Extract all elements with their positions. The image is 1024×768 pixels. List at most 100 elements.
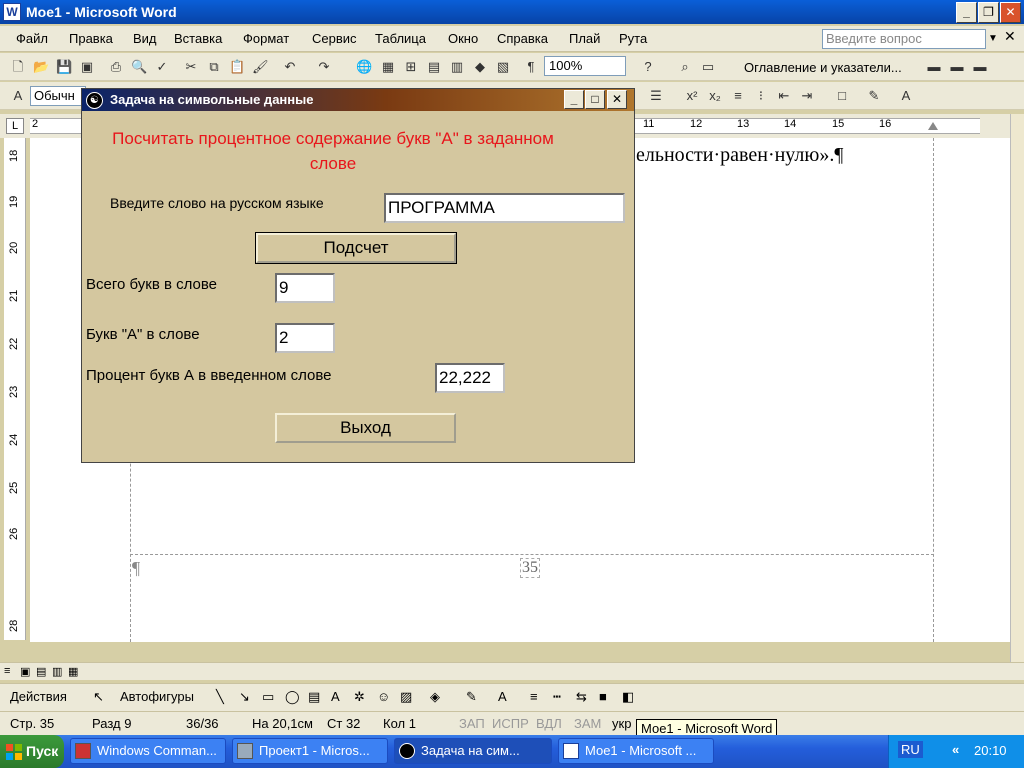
menu-ruta[interactable]: Рута [619, 31, 647, 46]
menu-window[interactable]: Окно [448, 31, 478, 46]
toc-button[interactable]: Оглавление и указатели... [744, 60, 902, 75]
insert-excel-icon[interactable]: ▤ [426, 59, 442, 75]
right-indent-marker[interactable] [928, 122, 938, 130]
insert-table-icon[interactable]: ⊞ [403, 59, 419, 75]
reading-layout-icon[interactable]: ▭ [700, 59, 716, 75]
line-spacing-icon[interactable]: ☰ [648, 88, 664, 104]
language-indicator[interactable]: RU [898, 741, 923, 758]
word-input[interactable]: ПРОГРАММА [384, 193, 625, 223]
ask-question-input[interactable]: Введите вопрос [822, 29, 986, 49]
borders-icon[interactable]: □ [834, 88, 850, 104]
line-style-icon[interactable]: ≡ [530, 689, 538, 704]
tables-borders-icon[interactable]: ▦ [380, 59, 396, 75]
actions-menu[interactable]: Действия [10, 689, 67, 704]
flag-icon-2[interactable]: ▬ [949, 59, 965, 75]
status-ext[interactable]: ВДЛ [536, 716, 562, 731]
status-trk[interactable]: ИСПР [492, 716, 529, 731]
diagram-icon[interactable]: ✲ [354, 689, 365, 705]
status-ovr[interactable]: ЗАМ [574, 716, 601, 731]
dash-style-icon[interactable]: ┅ [553, 689, 561, 705]
task-word[interactable]: Мое1 - Microsoft ... [558, 738, 714, 764]
calculate-button[interactable]: Подсчет [255, 232, 457, 264]
subscript-icon[interactable]: x₂ [707, 88, 723, 104]
document-close-icon[interactable]: ✕ [1004, 28, 1016, 45]
numbering-icon[interactable]: ≡ [730, 88, 746, 104]
flag-icon-3[interactable]: ▬ [972, 59, 988, 75]
ask-dropdown-icon[interactable]: ▼ [986, 29, 1000, 49]
arrow-style-icon[interactable]: ⇆ [576, 689, 587, 705]
rectangle-icon[interactable]: ▭ [262, 689, 274, 705]
minimize-button[interactable]: _ [956, 2, 977, 23]
print-preview-icon[interactable]: 🔍 [131, 59, 147, 75]
normal-view-icon[interactable]: ≡ [4, 665, 10, 677]
flag-icon-1[interactable]: ▬ [926, 59, 942, 75]
menu-file[interactable]: Файл [16, 31, 48, 46]
status-rec[interactable]: ЗАП [459, 716, 485, 731]
save-icon[interactable]: 💾 [56, 59, 72, 75]
exit-button[interactable]: Выход [275, 413, 456, 443]
drawing-icon[interactable]: ◆ [472, 59, 488, 75]
select-objects-icon[interactable]: ↖ [93, 689, 104, 705]
menu-tools[interactable]: Сервис [312, 31, 357, 46]
format-painter-icon[interactable]: 🖌 [252, 59, 269, 75]
percent-field[interactable]: 22,222 [435, 363, 505, 393]
fill-color-icon[interactable]: ◈ [430, 689, 440, 705]
font-color-icon[interactable]: A [898, 88, 914, 104]
task-windows-commander[interactable]: Windows Comman... [70, 738, 226, 764]
menu-view[interactable]: Вид [133, 31, 157, 46]
line-icon[interactable]: ╲ [216, 689, 224, 705]
total-letters-field[interactable]: 9 [275, 273, 335, 303]
outline-view-icon[interactable]: ▥ [52, 665, 62, 678]
a-count-field[interactable]: 2 [275, 323, 335, 353]
task-dialog[interactable]: Задача на сим... [394, 738, 552, 764]
spelling-icon[interactable]: ✓ [154, 59, 170, 75]
styles-icon[interactable]: A [10, 88, 26, 104]
word-app-icon[interactable]: W [3, 3, 21, 21]
wordart-icon[interactable]: A [331, 689, 340, 704]
help-icon[interactable]: ? [640, 59, 656, 75]
web-view-icon[interactable]: ▣ [20, 665, 30, 678]
zoom-select[interactable]: 100% [544, 56, 626, 76]
print-icon[interactable]: ⎙ [108, 59, 124, 75]
open-icon[interactable]: 📂 [33, 59, 49, 75]
shadow-icon[interactable]: ■ [599, 689, 607, 704]
dialog-minimize-button[interactable]: _ [564, 90, 584, 109]
print-view-icon[interactable]: ▤ [36, 665, 46, 678]
paste-icon[interactable]: 📋 [229, 59, 245, 75]
restore-button[interactable]: ❐ [978, 2, 999, 23]
document-text[interactable]: ельности·равен·нулю».¶ [636, 144, 843, 167]
menu-table[interactable]: Таблица [375, 31, 426, 46]
decrease-indent-icon[interactable]: ⇤ [776, 88, 792, 104]
redo-icon[interactable]: ↷ [316, 59, 332, 75]
superscript-icon[interactable]: x² [684, 88, 700, 104]
clipart-icon[interactable]: ☺ [377, 689, 390, 704]
show-hidden-icons-icon[interactable]: « [952, 742, 959, 757]
line-color-icon[interactable]: ✎ [466, 689, 477, 705]
yin-yang-icon[interactable]: ☯ [86, 92, 103, 109]
3d-icon[interactable]: ◧ [622, 689, 634, 705]
menu-edit[interactable]: Правка [69, 31, 113, 46]
highlight-icon[interactable]: ✎ [866, 88, 882, 104]
bullets-icon[interactable]: ⁝ [753, 88, 769, 104]
copy-icon[interactable]: ⧉ [206, 59, 222, 75]
permission-icon[interactable]: ▣ [79, 59, 95, 75]
menu-plai[interactable]: Плай [569, 31, 600, 46]
style-select[interactable]: Обычн [30, 86, 86, 106]
cut-icon[interactable]: ✂ [183, 59, 199, 75]
hyperlink-icon[interactable]: 🌐 [356, 59, 372, 75]
picture-icon[interactable]: ▨ [400, 689, 412, 705]
oval-icon[interactable]: ◯ [285, 689, 300, 705]
new-document-icon[interactable]: 🗋 [10, 59, 26, 75]
tab-selector[interactable]: L [6, 118, 24, 134]
task-project1[interactable]: Проект1 - Micros... [232, 738, 388, 764]
arrow-icon[interactable]: ↘ [239, 689, 250, 705]
vertical-scrollbar[interactable] [1010, 114, 1024, 662]
show-hide-icon[interactable]: ¶ [523, 59, 539, 75]
dialog-maximize-button[interactable]: □ [585, 90, 605, 109]
menu-help[interactable]: Справка [497, 31, 548, 46]
research-icon[interactable]: ⌕ [677, 59, 693, 75]
reading-view-icon[interactable]: ▦ [68, 665, 78, 678]
undo-icon[interactable]: ↶ [282, 59, 298, 75]
menu-insert[interactable]: Вставка [174, 31, 222, 46]
font-color-draw-icon[interactable]: A [498, 689, 507, 704]
